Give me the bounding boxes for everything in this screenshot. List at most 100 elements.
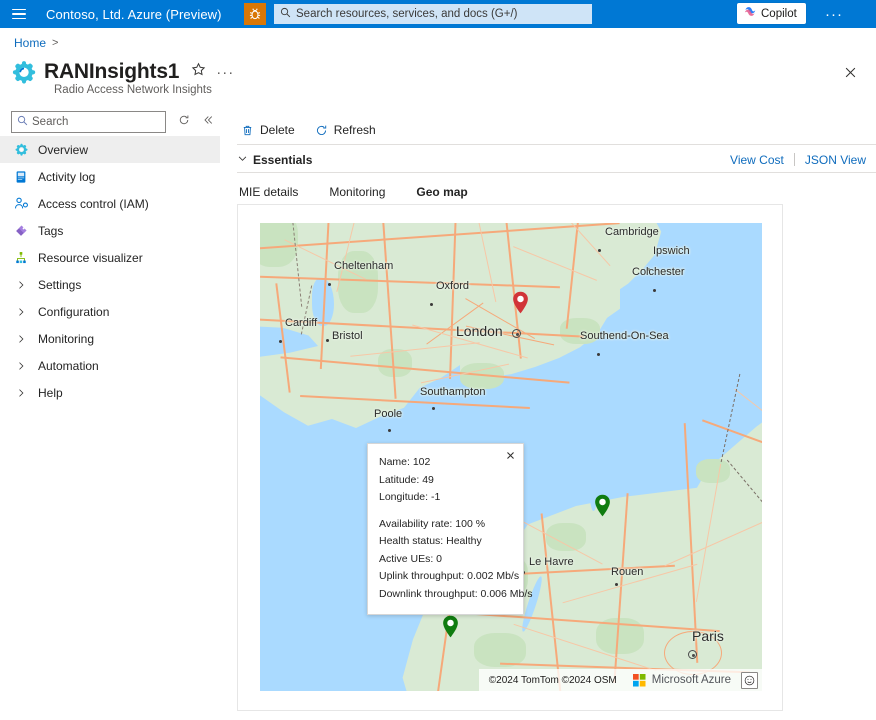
sidebar-item-label: Automation <box>38 358 99 373</box>
resource-more-button[interactable]: ··· <box>216 65 234 80</box>
sidebar-item-tags[interactable]: Tags <box>0 217 220 244</box>
access-control-icon <box>13 196 29 212</box>
city-dot <box>615 583 618 586</box>
popup-health-status: Health status: Healthy <box>379 535 482 547</box>
site-info-popup: Name: 102 Latitude: 49 Longitude: -1 Ava… <box>367 443 533 615</box>
feedback-smiley-icon[interactable] <box>741 671 758 689</box>
command-bar: Delete Refresh <box>237 116 392 144</box>
breadcrumb-home[interactable]: Home <box>14 36 46 50</box>
copilot-button[interactable]: Copilot <box>737 3 806 24</box>
sidebar-item-activity-log[interactable]: Activity log <box>0 163 220 190</box>
chevron-right-icon <box>13 277 29 293</box>
city-dot <box>388 429 391 432</box>
map-attribution-bar: ©2024 TomTom ©2024 OSM Microsoft Azure <box>478 669 762 691</box>
topbar-more-button[interactable]: ··· <box>820 0 848 28</box>
city-label: Rouen <box>611 566 644 578</box>
city-label: Oxford <box>436 280 470 292</box>
city-label: Le Havre <box>529 556 574 568</box>
view-cost-link[interactable]: View Cost <box>720 153 794 167</box>
sidebar-item-resource-visualizer[interactable]: Resource visualizer <box>0 244 220 271</box>
star-icon[interactable] <box>191 62 206 82</box>
command-bar-divider <box>237 144 876 145</box>
city-label: Southampton <box>420 386 486 398</box>
delete-button[interactable]: Delete <box>237 121 299 139</box>
chevron-right-icon <box>13 331 29 347</box>
delete-label: Delete <box>260 123 295 137</box>
tab-geo-map[interactable]: Geo map <box>414 185 471 206</box>
search-icon <box>17 113 28 131</box>
refresh-label: Refresh <box>333 123 376 137</box>
essentials-links: View Cost JSON View <box>720 148 876 171</box>
chevron-right-icon <box>13 385 29 401</box>
popup-name: Name: 102 <box>379 456 431 468</box>
microsoft-logo-icon <box>632 673 646 687</box>
trash-icon <box>241 124 254 137</box>
menu-icon[interactable] <box>0 0 38 28</box>
bug-icon[interactable] <box>244 3 266 25</box>
popup-uplink-throughput: Uplink throughput: 0.002 Mb/s <box>379 570 520 582</box>
copilot-label: Copilot <box>761 7 797 20</box>
city-label: Bristol <box>332 330 363 342</box>
city-label: Ipswich <box>653 245 690 257</box>
activity-log-icon <box>13 169 29 185</box>
sidebar-search-placeholder: Search <box>32 116 69 128</box>
sidebar-item-overview[interactable]: Overview <box>0 136 220 163</box>
resource-menu-sidebar: Search Overview Activity log Access cont… <box>0 108 220 406</box>
popup-latitude: Latitude: 49 <box>379 473 434 486</box>
city-label: Cheltenham <box>334 260 394 272</box>
search-icon <box>280 5 291 23</box>
refresh-button[interactable]: Refresh <box>311 121 380 139</box>
tenant-title[interactable]: Contoso, Ltd. Azure (Preview) <box>46 7 222 22</box>
capital-marker-paris <box>688 650 697 659</box>
sidebar-item-label: Settings <box>38 277 82 292</box>
sidebar-item-configuration[interactable]: Configuration <box>0 298 220 325</box>
tab-bar: MIE details Monitoring Geo map <box>237 178 497 206</box>
sidebar-item-label: Monitoring <box>38 331 95 346</box>
sidebar-item-access-control[interactable]: Access control (IAM) <box>0 190 220 217</box>
collapse-icon[interactable] <box>202 113 214 131</box>
sidebar-item-help[interactable]: Help <box>0 379 220 406</box>
selected-site-pin[interactable] <box>512 291 529 319</box>
azure-brand-label: Microsoft Azure <box>651 674 731 686</box>
resource-subtitle: Radio Access Network Insights <box>54 84 212 96</box>
city-dot <box>598 249 601 252</box>
geo-map[interactable]: Cambridge Ipswich Colchester Cheltenham … <box>260 223 762 691</box>
sidebar-item-label: Resource visualizer <box>38 250 143 265</box>
json-view-link[interactable]: JSON View <box>795 153 876 167</box>
site-pin-green-1[interactable] <box>594 494 611 522</box>
essentials-label[interactable]: Essentials <box>253 153 312 167</box>
sidebar-item-label: Configuration <box>38 304 110 319</box>
city-dot <box>432 407 435 410</box>
chevron-right-icon <box>13 358 29 374</box>
city-dot <box>653 289 656 292</box>
breadcrumb-separator: > <box>52 37 59 49</box>
sidebar-item-label: Overview <box>38 142 89 157</box>
sidebar-search-row: Search <box>0 108 220 136</box>
sidebar-item-label: Activity log <box>38 169 96 184</box>
search-input[interactable]: Search resources, services, and docs (G+… <box>274 4 592 24</box>
sidebar-item-settings[interactable]: Settings <box>0 271 220 298</box>
chevron-down-icon[interactable] <box>237 151 248 169</box>
geo-map-card: Cambridge Ipswich Colchester Cheltenham … <box>237 204 783 711</box>
tab-monitoring[interactable]: Monitoring <box>327 185 387 206</box>
popup-spacer <box>379 507 512 516</box>
city-dot <box>326 339 329 342</box>
city-label: Paris <box>692 628 724 644</box>
sidebar-search-input[interactable]: Search <box>11 111 166 133</box>
sidebar-item-monitoring[interactable]: Monitoring <box>0 325 220 352</box>
gear-blue-icon <box>13 142 29 158</box>
sidebar-item-label: Help <box>38 385 63 400</box>
site-pin-green-2[interactable] <box>442 615 459 643</box>
essentials-divider <box>237 172 876 173</box>
tab-mie-details[interactable]: MIE details <box>237 185 300 206</box>
popup-downlink-throughput: Downlink throughput: 0.006 Mb/s <box>379 587 533 600</box>
close-icon[interactable] <box>840 62 860 82</box>
popup-longitude: Longitude: -1 <box>379 491 441 503</box>
city-label: Poole <box>374 408 403 420</box>
essentials-bar: Essentials View Cost JSON View <box>237 148 876 171</box>
refresh-icon[interactable] <box>178 113 190 131</box>
close-icon[interactable] <box>503 448 517 462</box>
page-title: RANInsights1 <box>44 60 180 83</box>
chevron-right-icon <box>13 304 29 320</box>
sidebar-item-automation[interactable]: Automation <box>0 352 220 379</box>
